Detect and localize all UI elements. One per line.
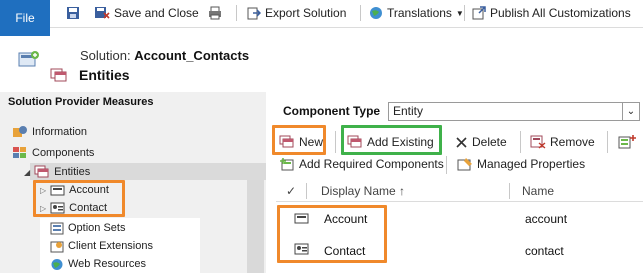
add-required-icon xyxy=(280,158,294,171)
account-icon xyxy=(294,213,309,224)
web-resources-icon xyxy=(51,258,63,270)
tree-item-label: Option Sets xyxy=(68,222,126,234)
print-icon[interactable] xyxy=(208,4,222,22)
expand-icon[interactable]: ◢ xyxy=(24,168,30,177)
tree-item-label: Account xyxy=(69,184,109,196)
collapse-arrow-icon[interactable]: ▷ xyxy=(40,204,46,213)
option-sets-icon xyxy=(50,222,64,234)
ribbon-divider xyxy=(464,5,465,21)
solution-icon xyxy=(18,50,40,70)
component-type-label: Component Type xyxy=(283,104,381,118)
left-scrollbar[interactable] xyxy=(247,180,264,273)
entities-icon xyxy=(34,165,49,178)
tree-item-web-resources[interactable]: Web Resources xyxy=(50,256,146,272)
add-required-components-button[interactable]: Add Required Components xyxy=(279,157,444,171)
row-display-name: Contact xyxy=(324,244,366,258)
tree-item-label: Entities xyxy=(54,166,91,178)
add-existing-icon xyxy=(347,135,362,148)
delete-label: Delete xyxy=(472,135,507,149)
add-component-icon xyxy=(618,135,636,149)
chevron-down-icon: ▼ xyxy=(455,8,464,18)
solution-prefix: Solution: xyxy=(80,48,135,63)
column-divider xyxy=(306,183,307,199)
delete-button[interactable]: Delete xyxy=(455,135,507,149)
tree-item-label: Contact xyxy=(69,202,108,214)
remove-button[interactable]: Remove xyxy=(530,135,595,149)
export-solution-label: Export Solution xyxy=(265,6,347,20)
contact-icon xyxy=(50,202,65,214)
toolbar-divider xyxy=(520,131,521,153)
chevron-down-icon[interactable]: ⌄ xyxy=(622,103,639,120)
row-display-name: Account xyxy=(324,212,368,226)
tree-item-entities[interactable]: ◢ Entities xyxy=(24,164,90,180)
components-icon xyxy=(13,147,26,158)
page-title: Entities xyxy=(79,67,130,83)
tree-item-label: Web Resources xyxy=(68,258,147,270)
save-icon[interactable] xyxy=(66,4,80,22)
tree-item-label: Information xyxy=(32,126,88,138)
client-extensions-icon xyxy=(50,241,64,252)
add-existing-button[interactable]: Add Existing xyxy=(347,135,434,149)
component-type-select[interactable]: Entity ⌄ xyxy=(388,102,640,121)
table-row[interactable]: Contact contact xyxy=(276,235,643,265)
contact-icon xyxy=(294,243,309,255)
tree-item-label: Components xyxy=(32,147,95,159)
managed-properties-button[interactable]: Managed Properties xyxy=(457,157,585,171)
remove-label: Remove xyxy=(550,135,595,149)
row-name: account xyxy=(525,212,568,226)
grid-header: ✓ Display Name ↑ Name xyxy=(276,180,643,202)
row-name: contact xyxy=(525,244,564,258)
save-and-close-label: Save and Close xyxy=(114,6,199,20)
tree-item-contact[interactable]: ▷ Contact xyxy=(40,200,107,216)
solution-name: Account_Contacts xyxy=(134,48,250,63)
tree-item-information[interactable]: Information xyxy=(12,124,87,140)
publish-all-button[interactable]: Publish All Customizations xyxy=(472,4,631,22)
save-and-close-button[interactable]: Save and Close xyxy=(94,4,199,22)
ribbon-divider xyxy=(236,5,237,21)
translations-label: Translations xyxy=(387,6,452,20)
select-all-checkmark-icon[interactable]: ✓ xyxy=(286,184,296,198)
add-required-label: Add Required Components xyxy=(299,157,444,171)
add-existing-label: Add Existing xyxy=(367,135,434,149)
component-type-value: Entity xyxy=(393,104,424,118)
delete-x-icon xyxy=(456,136,467,148)
new-label: New xyxy=(299,135,324,149)
ribbon: File Save and Close Export Solution Tran… xyxy=(0,0,643,36)
tree-item-components[interactable]: Components xyxy=(12,145,94,161)
new-button[interactable]: New xyxy=(279,135,323,149)
managed-properties-icon xyxy=(457,158,472,171)
collapse-arrow-icon[interactable]: ▷ xyxy=(40,186,46,195)
toolbar-divider xyxy=(335,131,336,153)
publish-all-label: Publish All Customizations xyxy=(490,6,631,20)
export-solution-button[interactable]: Export Solution xyxy=(247,4,346,22)
solution-name-label: Solution: Account_Contacts xyxy=(80,48,249,63)
add-more-button[interactable] xyxy=(618,134,638,150)
column-divider xyxy=(509,183,510,199)
translations-button[interactable]: Translations ▼ xyxy=(369,4,464,22)
column-header-display-name[interactable]: Display Name ↑ xyxy=(321,184,405,198)
new-entity-icon xyxy=(279,135,294,148)
left-panel-title: Solution Provider Measures xyxy=(8,96,154,108)
tree-item-option-sets[interactable]: Option Sets xyxy=(50,220,125,236)
managed-properties-label: Managed Properties xyxy=(477,157,586,171)
toolbar-divider xyxy=(607,131,608,153)
tree-item-client-extensions[interactable]: Client Extensions xyxy=(50,238,153,254)
tree-item-account[interactable]: ▷ Account xyxy=(40,182,109,198)
save-close-icon xyxy=(95,7,110,19)
publish-icon xyxy=(472,6,486,20)
entities-icon xyxy=(50,67,68,83)
file-button[interactable]: File xyxy=(0,0,50,36)
table-row[interactable]: Account account xyxy=(276,204,643,234)
tree-item-label: Client Extensions xyxy=(68,240,153,252)
toolbar-divider xyxy=(446,156,447,174)
export-icon xyxy=(247,7,261,20)
ribbon-divider xyxy=(360,5,361,21)
account-icon xyxy=(50,185,65,196)
information-icon xyxy=(13,126,27,137)
globe-icon xyxy=(370,7,382,19)
remove-icon xyxy=(530,135,546,149)
column-header-name[interactable]: Name xyxy=(522,184,554,198)
